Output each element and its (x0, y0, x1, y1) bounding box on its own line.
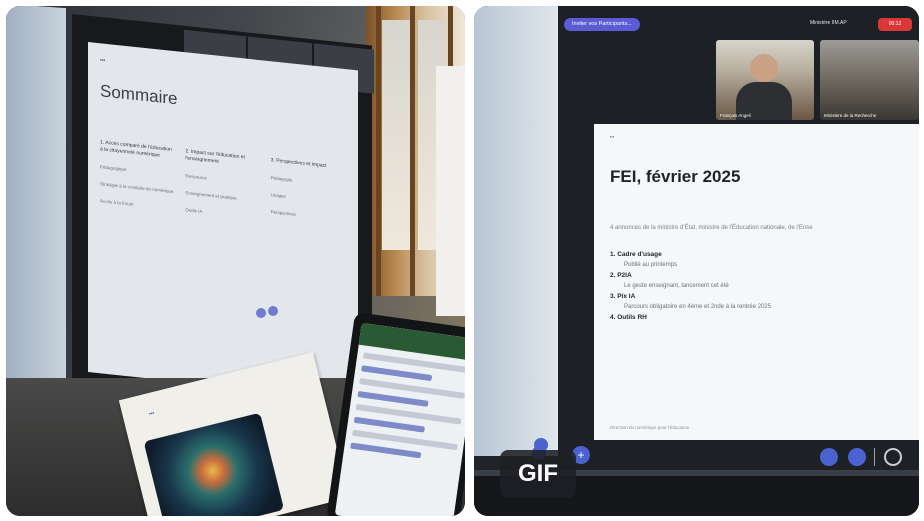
gif-badge[interactable]: GIF (500, 450, 576, 498)
column-item: Pédagogie (270, 175, 293, 183)
tablet-screen (334, 322, 465, 516)
list-item: 3. Pix IA (610, 293, 636, 300)
column-item: Enseignement et pratique (185, 190, 237, 201)
meeting-toolbar: + (532, 444, 919, 472)
side-panel (474, 6, 558, 456)
participant-name: François Angeli (720, 113, 751, 118)
toolbar-divider (874, 448, 875, 466)
list-item: 2. P2IA (610, 272, 632, 279)
invite-button: Inviter vos Participants... (564, 18, 640, 31)
republic-logo: ▪▪▪ (100, 57, 106, 64)
microphone-icon (820, 448, 838, 466)
slide-column: 2. Impact sur l'éducation et l'enseignem… (185, 148, 260, 231)
column-item: Outils IA (185, 207, 203, 215)
slide-column: 1. Accès comparé de l'éducation à la cit… (100, 139, 175, 222)
announcement-list: 1. Cadre d'usage Publié au printemps 2. … (610, 251, 903, 321)
slide-nav-dot (268, 306, 278, 316)
slide: ▪▪▪ Sommaire 1. Accès comparé de l'éduca… (88, 42, 358, 401)
column-heading: 1. Accès comparé de l'éducation à la cit… (100, 139, 172, 159)
recording-badge: 00:12 (878, 18, 912, 31)
column-heading: 2. Impact sur l'éducation et l'enseignem… (185, 148, 245, 165)
column-heading: 3. Perspectives et impact (270, 157, 327, 170)
tablet-line (350, 442, 422, 459)
white-pillar (436, 66, 465, 316)
list-subitem: Publié au printemps (624, 262, 678, 268)
list-subitem: Parcours obligatoire en 4ème et 2nde à l… (624, 304, 772, 310)
column-item: Stratégie à la conduite du numérique (100, 181, 174, 194)
slide-title: FEI, février 2025 (610, 167, 741, 186)
slide-nav-dot (256, 308, 266, 318)
participant-video: Ministère de la Recherche (820, 40, 919, 120)
right-photo: Inviter vos Participants... Ministère II… (474, 6, 919, 516)
list-item: 4. Outils RH (610, 314, 647, 321)
slide-title: Sommaire (100, 81, 178, 109)
person-head (750, 54, 778, 82)
meeting-topbar: Inviter vos Participants... Ministère II… (558, 16, 919, 34)
list-subitem: Le geste enseignant, lancement cet été (624, 283, 729, 289)
window-frame (410, 6, 415, 296)
participant-video: François Angeli (716, 40, 814, 120)
window-frame (376, 6, 381, 296)
column-item: Perspectives (270, 209, 297, 217)
participant-name: Ministère de la Recherche (824, 113, 877, 118)
booklet-illustration (143, 412, 285, 516)
tablet-line (353, 416, 425, 433)
tablet-line (357, 391, 429, 407)
column-item: Accès à la forum (100, 198, 134, 207)
slide-columns: 1. Accès comparé de l'éducation à la cit… (100, 139, 346, 240)
republic-logo: ▪▪▪ (148, 410, 156, 418)
window-glass (382, 20, 410, 250)
left-photo: ▪▪▪ Sommaire 1. Accès comparé de l'éduca… (6, 6, 465, 516)
slide-subtitle: 4 annonces de la ministre d'État, minist… (610, 225, 813, 231)
list-item: 1. Cadre d'usage (610, 251, 662, 258)
tablet-line (361, 365, 432, 382)
camera-icon (848, 448, 866, 466)
republic-logo: ▪▪▪ (610, 134, 615, 139)
slide-footer: Direction du numérique pour l'éducation (610, 425, 690, 430)
column-item: Usages (270, 192, 286, 199)
room-name: Ministère IIM.AP (810, 20, 847, 26)
column-item: Ressource (185, 173, 207, 181)
power-icon (884, 448, 902, 466)
slide-column: 3. Perspectives et impact Pédagogie Usag… (271, 157, 346, 240)
column-item: Pédagogique (100, 164, 127, 173)
shared-slide: ▪▪▪ FEI, février 2025 4 annonces de la m… (594, 124, 919, 440)
